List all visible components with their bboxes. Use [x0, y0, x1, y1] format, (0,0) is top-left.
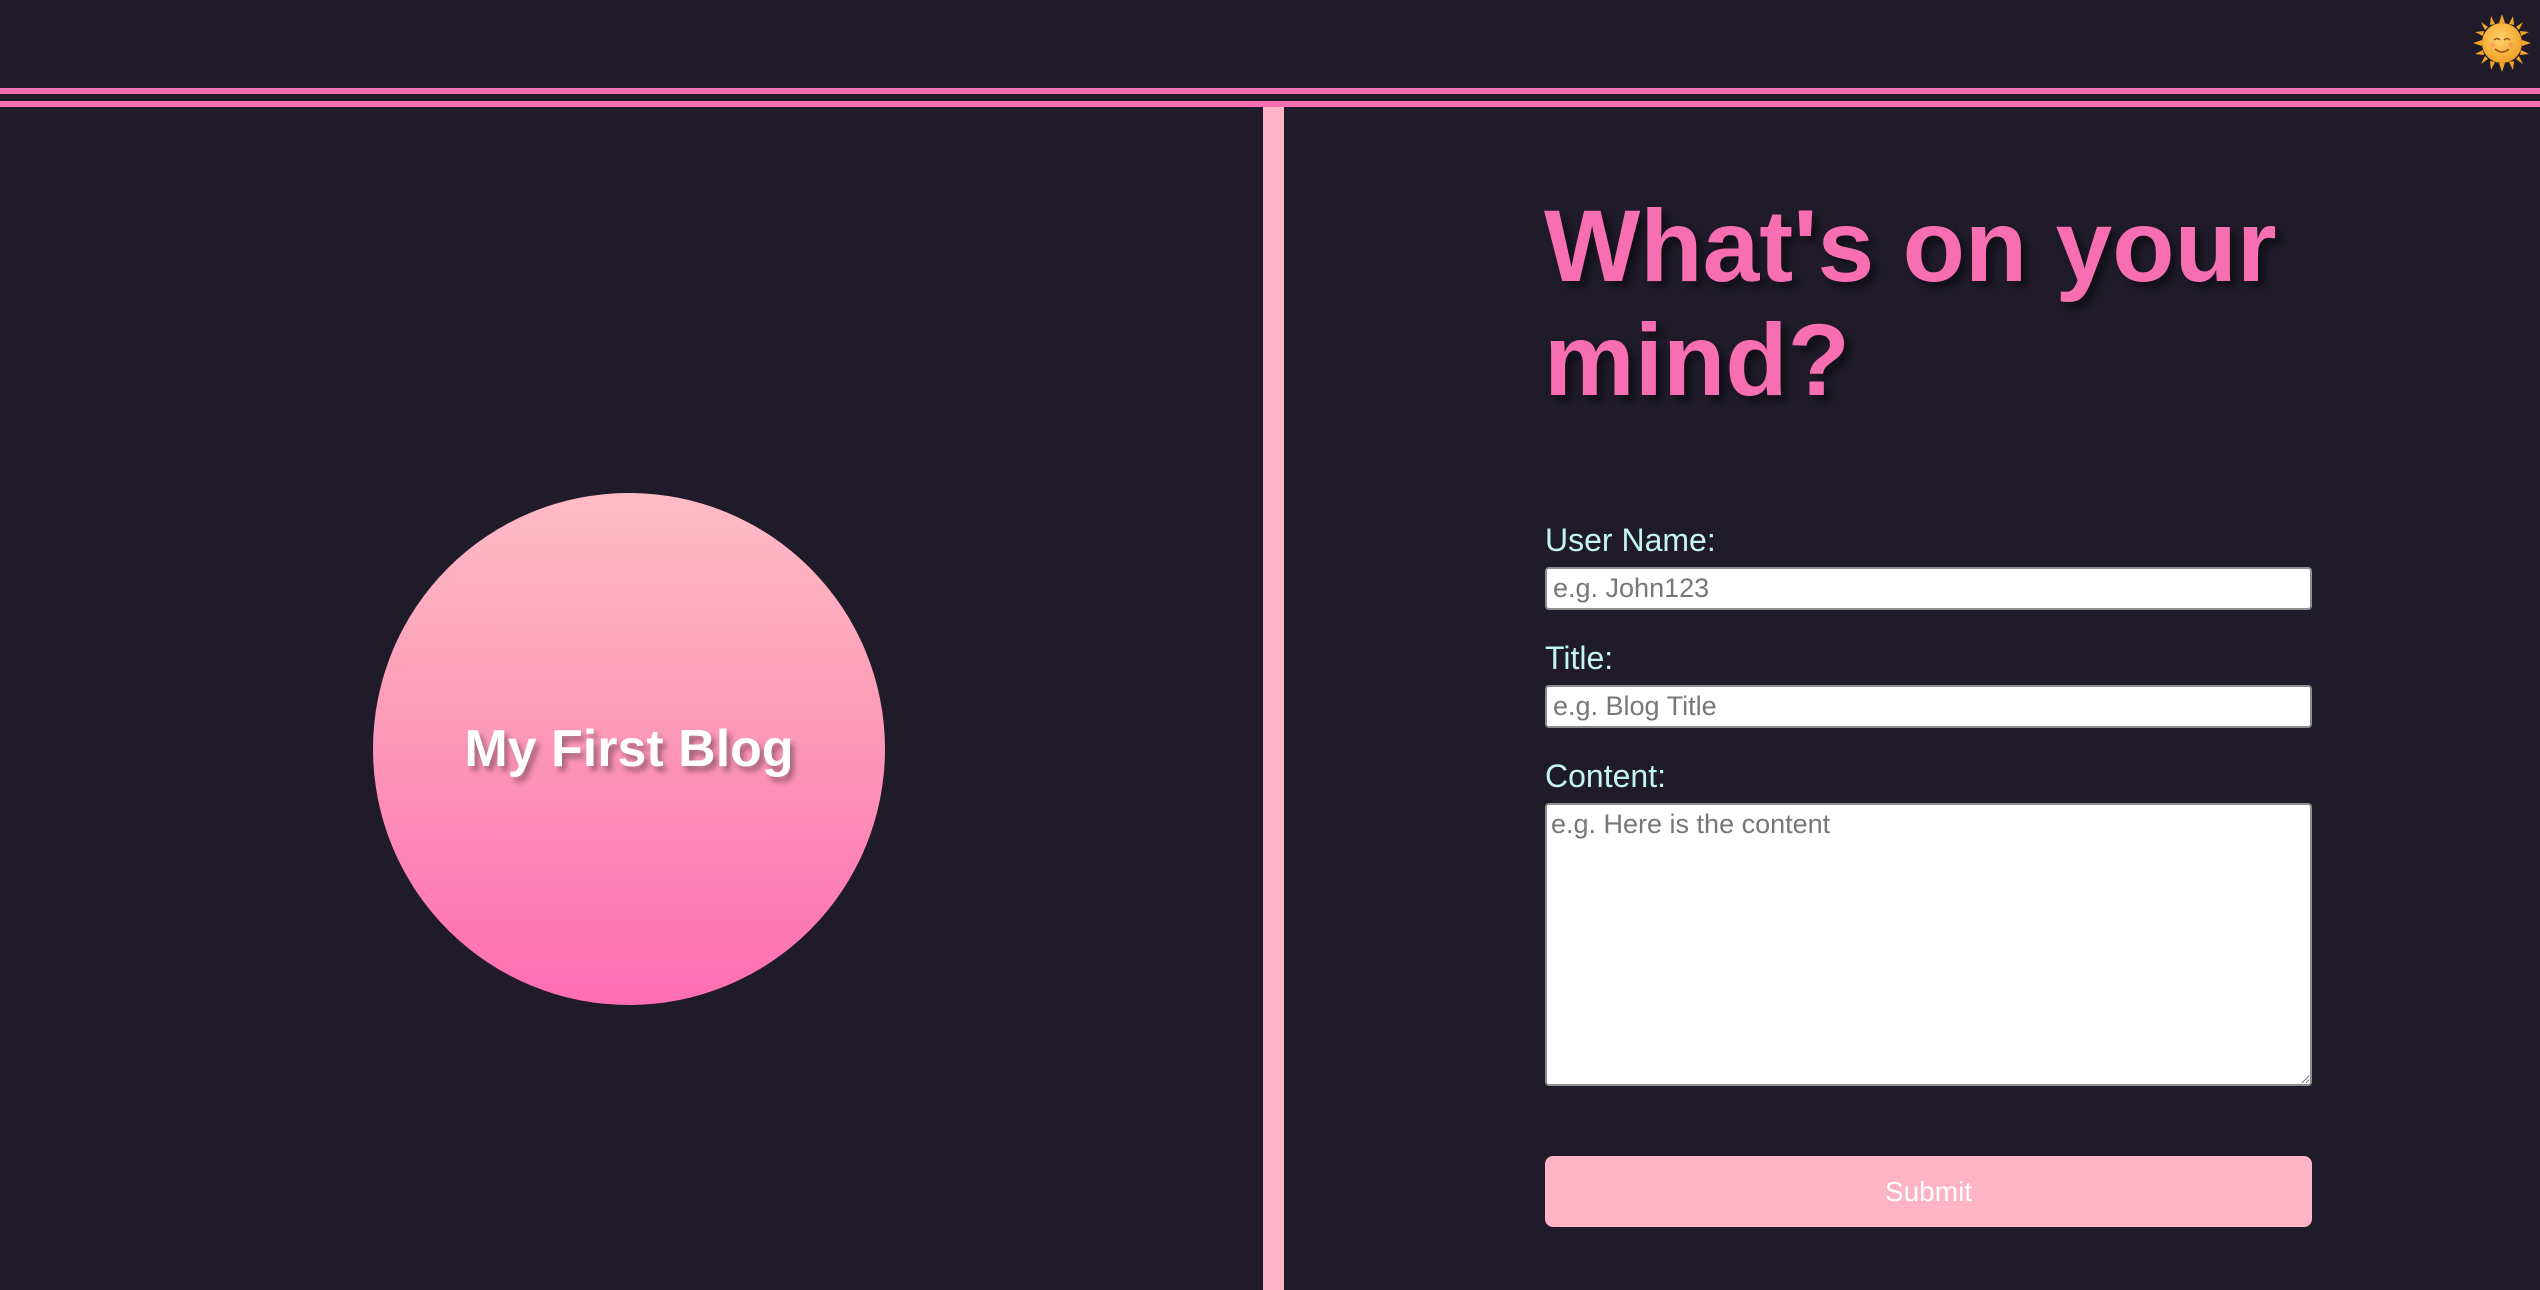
blog-title: My First Blog	[464, 720, 794, 778]
page: My First Blog What's on your mind? User …	[0, 0, 2540, 1290]
form-pane: What's on your mind? User Name: Title: C…	[1284, 107, 2540, 1290]
title-label: Title:	[1545, 640, 1614, 676]
header	[0, 0, 2540, 88]
vertical-divider	[1263, 107, 1284, 1290]
username-label: User Name:	[1545, 522, 1716, 558]
title-input[interactable]	[1545, 685, 2312, 728]
hero-pane: My First Blog	[0, 107, 1263, 1290]
content-label: Content:	[1545, 758, 1666, 794]
header-rule-top	[0, 88, 2540, 94]
theme-toggle-button[interactable]	[2473, 14, 2531, 72]
sun-icon	[2473, 14, 2531, 72]
content-textarea[interactable]	[1545, 803, 2312, 1086]
page-heading: What's on your mind?	[1544, 189, 2277, 417]
blog-post-form: User Name: Title: Content: Submit	[1545, 522, 2312, 1227]
username-input[interactable]	[1545, 567, 2312, 610]
submit-button[interactable]: Submit	[1545, 1156, 2312, 1227]
hero-circle: My First Blog	[373, 493, 885, 1005]
